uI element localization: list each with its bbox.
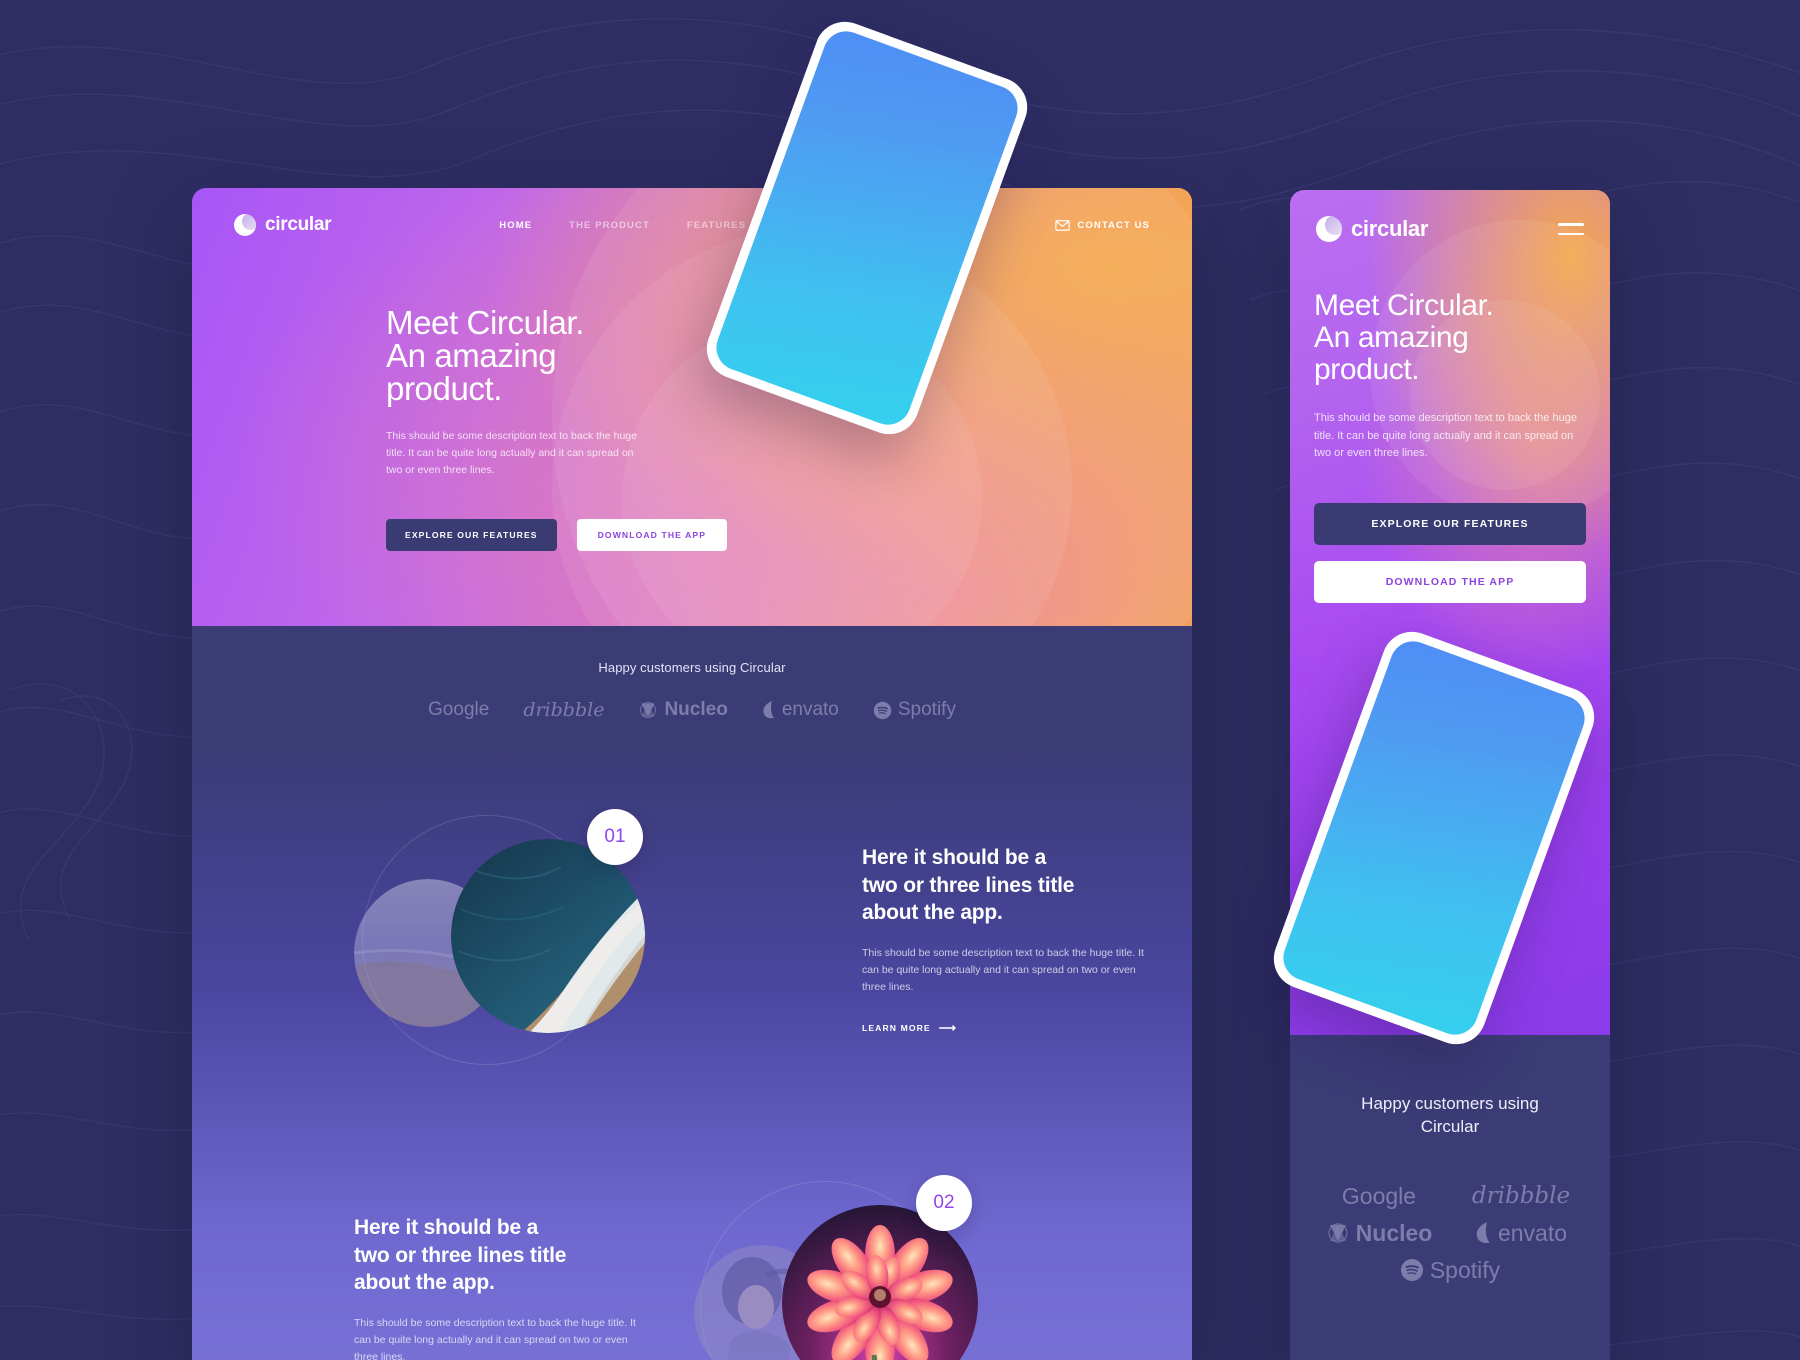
desktop-hero-copy: Meet Circular. An amazing product. This … bbox=[192, 236, 728, 551]
client-logo-dribbble: dribbble bbox=[1471, 1183, 1571, 1210]
feature-01-main-image bbox=[451, 839, 645, 1033]
hero-title-line-2: An amazing bbox=[386, 337, 557, 374]
clients-heading: Happy customers using Circular bbox=[598, 660, 786, 675]
feature-01-learn-more-link[interactable]: LEARN MORE ⟶ bbox=[862, 1022, 957, 1034]
download-the-app-button[interactable]: DOWNLOAD THE APP bbox=[576, 519, 728, 551]
desktop-mockup: circular HOME THE PRODUCT FEATURES TESTI… bbox=[192, 188, 1192, 1360]
circular-moon-logo-icon bbox=[234, 214, 256, 236]
desktop-hero-section: circular HOME THE PRODUCT FEATURES TESTI… bbox=[192, 188, 1192, 626]
client-logo-nucleo: Nucleo bbox=[1326, 1220, 1432, 1247]
client-logo-envato: envato bbox=[762, 699, 839, 721]
desktop-navbar: circular HOME THE PRODUCT FEATURES TESTI… bbox=[192, 188, 1192, 236]
explore-our-features-button[interactable]: EXPLORE OUR FEATURES bbox=[386, 519, 557, 551]
client-logo-dribbble: dribbble bbox=[523, 699, 605, 721]
feature-01-title: Here it should be a two or three lines t… bbox=[862, 845, 1075, 925]
feature-02-images: 02 bbox=[694, 1175, 1024, 1360]
mobile-hero-copy: Meet Circular. An amazing product. This … bbox=[1290, 242, 1610, 604]
client-logo-spotify: Spotify bbox=[1400, 1257, 1500, 1284]
brand-name: circular bbox=[265, 214, 332, 235]
brand-name: circular bbox=[1351, 216, 1429, 241]
feature-02-description: This should be some description text to … bbox=[354, 1317, 636, 1360]
brand-logo-mobile[interactable]: circular bbox=[1316, 216, 1428, 242]
mobile-download-the-app-button[interactable]: DOWNLOAD THE APP bbox=[1314, 561, 1586, 604]
nucleo-mark-icon bbox=[1328, 1223, 1348, 1243]
mobile-hero-title: Meet Circular. An amazing product. bbox=[1314, 289, 1494, 387]
mobile-clients-section: Happy customers using Circular Google dr… bbox=[1290, 1035, 1610, 1360]
client-logo-row: Google dribbble Nucleo envato Spotify bbox=[192, 699, 1192, 721]
hero-button-group: EXPLORE OUR FEATURES DOWNLOAD THE APP bbox=[386, 519, 728, 551]
nav-item-home[interactable]: HOME bbox=[499, 220, 532, 231]
nav-item-features[interactable]: FEATURES bbox=[687, 220, 746, 231]
envato-leaf-icon bbox=[763, 701, 774, 719]
client-logo-spotify: Spotify bbox=[873, 699, 956, 721]
mail-icon bbox=[1055, 219, 1071, 231]
feature-01-text: Here it should be a two or three lines t… bbox=[862, 844, 1152, 1037]
nucleo-mark-icon bbox=[640, 702, 657, 718]
feature-01-number-badge: 01 bbox=[587, 809, 643, 865]
contact-us-link[interactable]: CONTACT US bbox=[1055, 220, 1150, 231]
hero-title: Meet Circular. An amazing product. bbox=[386, 306, 612, 405]
mobile-client-logo-grid: Google dribbble Nucleo envato Spotify bbox=[1318, 1183, 1582, 1284]
mobile-explore-our-features-button[interactable]: EXPLORE OUR FEATURES bbox=[1314, 503, 1586, 546]
feature-01-images: 01 bbox=[354, 809, 824, 1065]
desktop-features-section: 01 Here it should be a two or three line… bbox=[192, 749, 1192, 1360]
mobile-hero-description: This should be some description text to … bbox=[1314, 412, 1577, 460]
mobile-clients-heading: Happy customers using Circular bbox=[1361, 1094, 1539, 1136]
brand-logo[interactable]: circular bbox=[234, 214, 332, 236]
client-logo-nucleo: Nucleo bbox=[638, 699, 728, 721]
client-logo-envato: envato bbox=[1475, 1220, 1567, 1247]
circular-moon-logo-icon bbox=[1316, 216, 1342, 242]
feature-02-text: Here it should be a two or three lines t… bbox=[354, 1214, 644, 1360]
client-logo-google: Google bbox=[1341, 1182, 1417, 1209]
hero-title-line-3: product. bbox=[386, 370, 503, 407]
hero-title-line-1: Meet Circular. bbox=[386, 304, 584, 341]
envato-leaf-icon bbox=[1476, 1222, 1490, 1244]
hero-description: This should be some description text to … bbox=[386, 430, 637, 476]
feature-block-02: Here it should be a two or three lines t… bbox=[192, 1175, 1192, 1360]
client-logo-google: Google bbox=[428, 699, 490, 720]
arrow-right-icon: ⟶ bbox=[938, 1021, 958, 1036]
mobile-navbar: circular bbox=[1290, 190, 1610, 242]
feature-01-description: This should be some description text to … bbox=[862, 947, 1144, 994]
spotify-mark-icon bbox=[1400, 1259, 1423, 1282]
learn-more-label: LEARN MORE bbox=[862, 1023, 931, 1034]
contact-us-label: CONTACT US bbox=[1077, 219, 1150, 231]
feature-02-number-badge: 02 bbox=[916, 1175, 972, 1231]
spotify-mark-icon bbox=[873, 701, 892, 719]
desktop-clients-section: Happy customers using Circular Google dr… bbox=[192, 626, 1192, 749]
feature-02-title: Here it should be a two or three lines t… bbox=[354, 1215, 567, 1295]
feature-block-01: 01 Here it should be a two or three line… bbox=[192, 809, 1192, 1065]
nav-item-the-product[interactable]: THE PRODUCT bbox=[569, 220, 650, 231]
hamburger-menu-icon[interactable] bbox=[1558, 223, 1584, 235]
